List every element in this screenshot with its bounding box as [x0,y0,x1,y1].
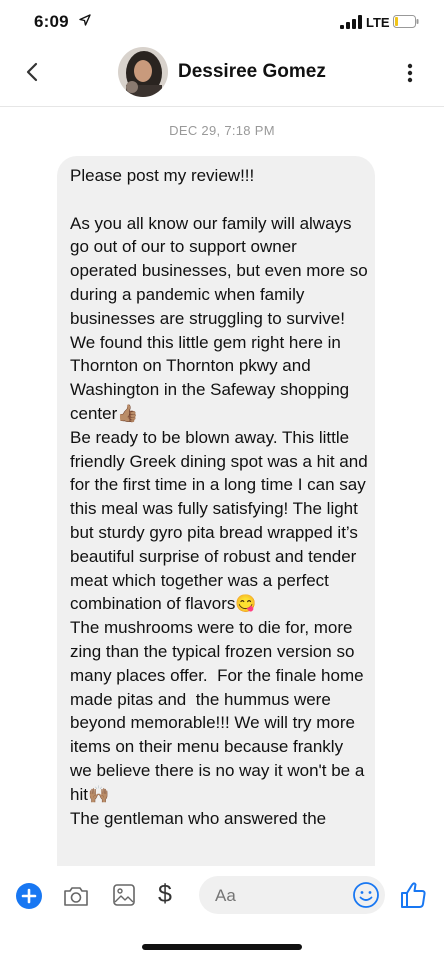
payment-icon[interactable]: $ [158,880,172,909]
conversation-header: Dessiree Gomez [0,44,444,107]
network-type: LTE [366,15,390,30]
contact-photo [118,47,168,97]
message-bubble[interactable]: Please post my review!!! As you all know… [57,156,375,896]
status-time: 6:09 [34,12,69,31]
location-arrow-icon [79,14,91,26]
emoji-icon[interactable] [352,881,380,909]
message-timestamp: DEC 29, 7:18 PM [169,123,275,138]
plus-icon[interactable] [16,883,42,909]
camera-icon[interactable] [62,883,90,909]
battery-icon [393,15,419,28]
back-arrow-icon[interactable] [22,58,42,86]
cellular-signal-icon [340,15,362,29]
message-composer: $ [0,866,444,926]
home-indicator[interactable] [142,944,302,950]
avatar[interactable] [118,47,168,97]
status-bar: 6:09 LTE [0,0,444,44]
message-text: Please post my review!!! As you all know… [70,166,368,828]
more-options-icon[interactable] [402,60,418,86]
contact-name[interactable]: Dessiree Gomez [178,61,326,83]
message-input[interactable] [213,884,347,908]
gallery-icon[interactable] [112,883,136,907]
thumbs-up-icon[interactable] [399,880,427,910]
